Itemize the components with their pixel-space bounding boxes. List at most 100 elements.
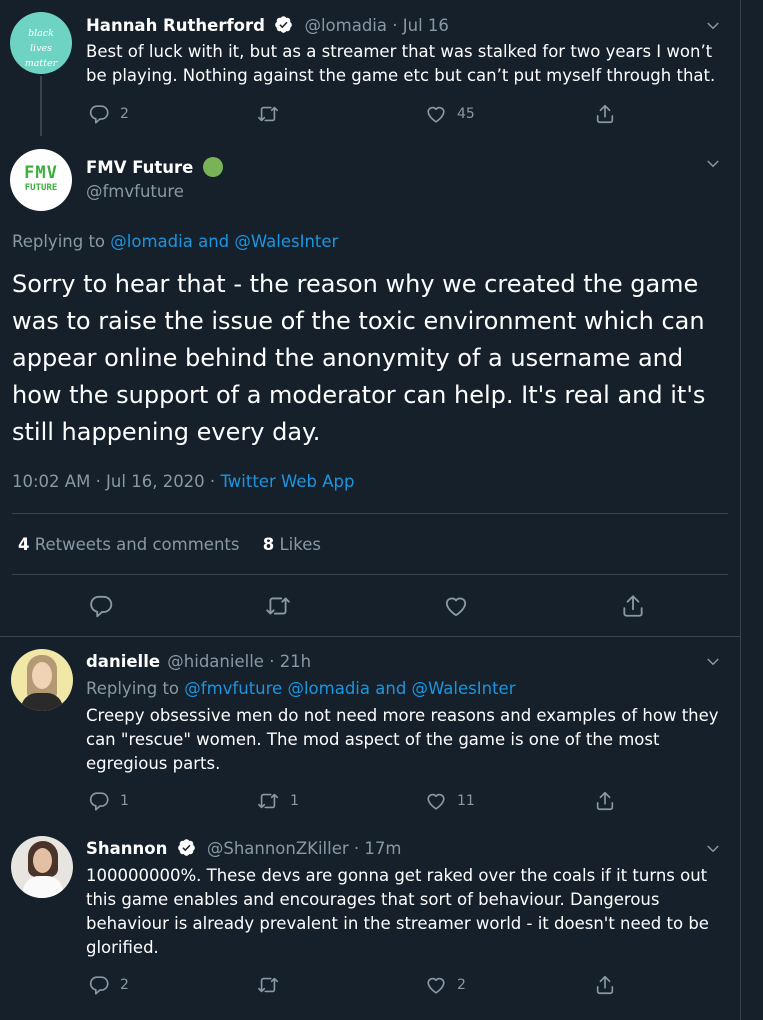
chevron-down-icon[interactable] (704, 840, 722, 858)
timeline-right-border (740, 0, 741, 1020)
share-icon (596, 104, 614, 124)
tweet-header: Hannah Rutherford @lomadia · Jul 16 (86, 15, 449, 37)
tweet-header: danielle @hidanielle · 21h (86, 651, 311, 673)
chevron-down-icon[interactable] (704, 17, 722, 35)
heart-icon (445, 597, 467, 617)
source-link[interactable]: Twitter Web App (220, 472, 354, 491)
avatar[interactable] (11, 836, 73, 898)
reply-button[interactable]: 2 (88, 974, 129, 996)
status-dot-icon (202, 157, 223, 177)
tweet-meta: 10:02 AM · Jul 16, 2020 · Twitter Web Ap… (12, 471, 354, 493)
retweet-count: 1 (290, 793, 299, 809)
like-button[interactable]: 11 (425, 790, 475, 812)
reply-icon (90, 595, 113, 618)
retweet-icon (258, 106, 278, 122)
tweet-body: Sorry to hear that - the reason why we c… (12, 270, 706, 446)
thread-connector-line (40, 76, 42, 136)
verified-badge-icon (275, 16, 293, 33)
share-button[interactable] (620, 593, 646, 619)
likes-stat[interactable]: 8 Likes (263, 535, 321, 554)
reply-button[interactable] (88, 593, 114, 619)
retweet-icon (258, 977, 278, 993)
avatar-face (32, 662, 52, 689)
handle[interactable]: @lomadia (304, 16, 387, 35)
replying-and[interactable]: and (198, 232, 229, 251)
divider (12, 574, 728, 575)
reply-icon (89, 105, 109, 124)
share-button[interactable] (594, 974, 616, 996)
retweet-button[interactable] (256, 103, 280, 125)
avatar-shirt (21, 693, 63, 711)
like-button[interactable]: 2 (425, 974, 466, 996)
retweet-icon (266, 597, 290, 615)
mention-link[interactable]: @fmvfuture (184, 679, 282, 698)
mention-link[interactable]: @lomadia (287, 679, 370, 698)
tweet-body: 100000000%. These devs are gonna get rak… (86, 866, 709, 957)
display-name[interactable]: FMV Future (86, 158, 193, 177)
mention-link[interactable]: @WalesInter (234, 232, 338, 251)
handle[interactable]: @ShannonZKiller (207, 839, 349, 858)
mention-link[interactable]: @lomadia (110, 232, 193, 251)
handle[interactable]: @fmvfuture (86, 181, 184, 203)
avatar-text-top: FMV (24, 163, 58, 183)
avatar[interactable]: black lives matter (10, 12, 72, 74)
avatar[interactable]: FMV FUTURE (10, 149, 72, 211)
retweet-button[interactable] (256, 974, 280, 996)
separator-dot: · (353, 839, 365, 858)
timestamp[interactable]: 21h (280, 652, 311, 671)
divider (0, 636, 740, 637)
like-count: 11 (457, 793, 475, 809)
heart-icon (427, 977, 445, 994)
separator-dot: · (269, 652, 280, 671)
heart-icon (427, 106, 445, 123)
like-button[interactable]: 45 (425, 103, 475, 125)
separator-dot: · (392, 16, 403, 35)
share-icon (596, 975, 614, 995)
avatar-face (33, 848, 52, 873)
retweet-button[interactable] (264, 593, 292, 619)
display-name[interactable]: Shannon (86, 839, 167, 858)
retweets-label: Retweets and comments (34, 535, 240, 554)
reply-button[interactable]: 1 (88, 790, 129, 812)
retweets-count: 4 (18, 535, 30, 554)
tweet-body: Creepy obsessive men do not need more re… (86, 706, 719, 773)
mention-link[interactable]: @WalesInter (412, 679, 516, 698)
likes-label: Likes (279, 535, 321, 554)
display-name[interactable]: Hannah Rutherford (86, 16, 265, 35)
display-name-row: FMV Future (86, 157, 223, 179)
heart-icon (427, 793, 445, 810)
avatar-text-bottom: FUTURE (24, 183, 58, 193)
like-count: 45 (457, 106, 475, 122)
avatar[interactable] (11, 649, 73, 711)
engagement-stats: 4 Retweets and comments 8 Likes (18, 534, 321, 556)
timestamp[interactable]: 17m (364, 839, 401, 858)
verified-badge-icon (177, 839, 195, 856)
timestamp[interactable]: 10:02 AM · Jul 16, 2020 · (12, 472, 215, 491)
replying-to: Replying to @fmvfuture @lomadia and @Wal… (86, 678, 515, 700)
reply-icon (89, 976, 109, 995)
retweet-icon (258, 793, 278, 809)
reply-button[interactable]: 2 (88, 103, 129, 125)
like-button[interactable] (443, 593, 469, 619)
chevron-down-icon[interactable] (704, 155, 722, 173)
likes-count: 8 (262, 535, 275, 554)
share-button[interactable] (594, 790, 616, 812)
handle[interactable]: @hidanielle (167, 652, 264, 671)
reply-count: 1 (120, 793, 129, 809)
retweet-button[interactable]: 1 (256, 790, 299, 812)
avatar-dress (23, 876, 63, 898)
divider (12, 513, 728, 514)
retweets-stat[interactable]: 4 Retweets and comments (18, 535, 245, 554)
share-button[interactable] (594, 103, 616, 125)
display-name[interactable]: danielle (86, 652, 160, 671)
chevron-down-icon[interactable] (704, 653, 722, 671)
timestamp[interactable]: Jul 16 (403, 16, 449, 35)
replying-and[interactable]: and (375, 679, 406, 698)
replying-to-prefix: Replying to (12, 232, 106, 251)
avatar-text: black lives matter (24, 28, 58, 69)
replying-to-prefix: Replying to (86, 679, 180, 698)
tweet-body: Best of luck with it, but as a streamer … (86, 42, 716, 85)
replying-to: Replying to @lomadia and @WalesInter (12, 231, 338, 253)
share-icon (623, 595, 643, 617)
tweet-header: Shannon @ShannonZKiller · 17m (86, 838, 402, 860)
